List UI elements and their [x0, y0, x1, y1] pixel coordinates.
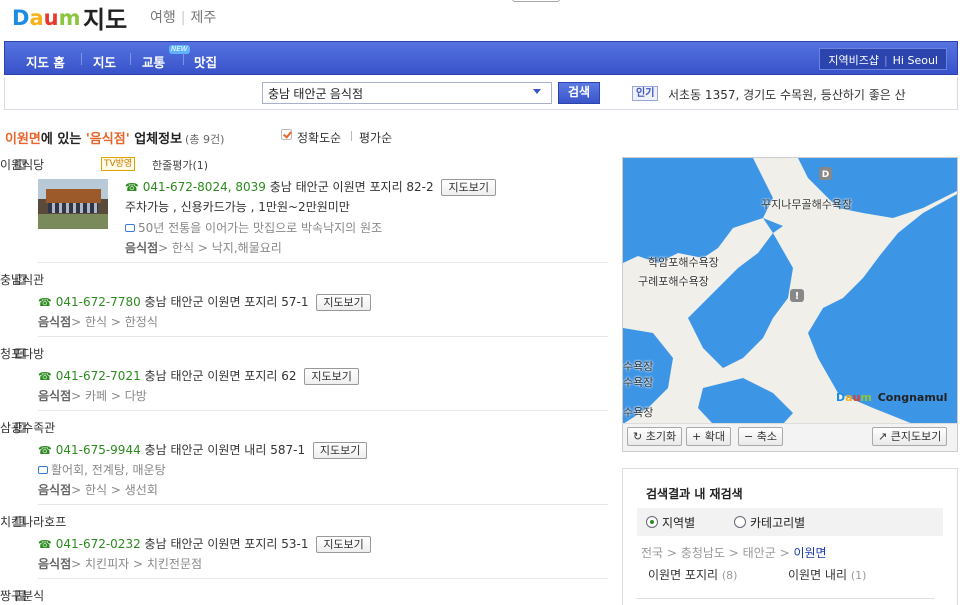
category-label[interactable]: 음식점 — [38, 483, 71, 497]
result-address: 충남 태안군 이원면 포지리 62 — [144, 369, 297, 383]
nav-map-home[interactable]: 지도 홈 — [26, 52, 65, 71]
search-input[interactable] — [262, 82, 552, 104]
map-label[interactable]: 수욕장 — [623, 358, 653, 374]
result-name[interactable]: 이원식당 — [0, 156, 610, 173]
review-link[interactable]: 한줄평가(1) — [152, 157, 208, 173]
category-path[interactable]: > 카페 > 다방 — [71, 389, 147, 403]
result-address: 충남 태안군 이원면 포지리 53-1 — [144, 537, 309, 551]
svg-text:D: D — [822, 170, 829, 180]
nav-restaurants[interactable]: 맛집 — [194, 52, 217, 71]
sort-check-icon — [281, 129, 292, 140]
map-reset-button[interactable]: ↻ 초기화 — [627, 427, 683, 446]
map-pin-d[interactable]: D — [819, 167, 832, 180]
sub-region-item[interactable]: 이원면 내리 (1) — [788, 566, 866, 583]
map-view-button[interactable]: 지도보기 — [304, 368, 359, 385]
plus-icon: + — [692, 430, 705, 443]
phone-icon: ☎ — [38, 296, 52, 309]
link-jeju[interactable]: 제주 — [190, 10, 216, 26]
map-zoom-in-button[interactable]: + 확대 — [686, 427, 731, 446]
result-address: 충남 태안군 이원면 포지리 57-1 — [144, 295, 309, 309]
nav-right-links: 지역비즈샵 | Hi Seoul — [819, 48, 947, 70]
sort-exact[interactable]: 정확도순 — [297, 129, 341, 146]
category-path[interactable]: > 한식 > 생선회 — [71, 483, 158, 497]
result-note: 50년 전통을 이어가는 맛집으로 박속낙지의 원조 — [138, 221, 383, 235]
large-map-button[interactable]: ↗ 큰지도보기 — [872, 427, 948, 446]
phone-icon: ☎ — [38, 370, 52, 383]
phone-icon: ☎ — [125, 181, 139, 194]
popular-badge: 인기 — [632, 86, 659, 101]
result-name[interactable]: 치킨나라호프 — [0, 513, 610, 530]
result-name[interactable]: 삼광수족관 — [0, 419, 610, 436]
header: Daum 지도 여행 | 제주 — [0, 0, 962, 40]
category-label[interactable]: 음식점 — [38, 557, 71, 571]
link-local-bizshop[interactable]: 지역비즈샵 — [828, 54, 879, 67]
map-provider: Congnamul — [877, 391, 948, 404]
daum-logo[interactable]: Daum — [12, 3, 80, 29]
nav-traffic[interactable]: 교통 — [142, 52, 165, 71]
link-travel[interactable]: 여행 — [150, 10, 176, 26]
tab-category[interactable]: 카테고리별 — [750, 514, 805, 531]
page-title[interactable]: 지도 — [83, 0, 127, 35]
result-phone: 041-672-7021 — [55, 369, 141, 383]
map-label[interactable]: 구례포해수욕장 — [638, 273, 709, 289]
comment-icon — [38, 466, 48, 474]
search-button[interactable]: 검색 — [558, 82, 600, 104]
phone-icon: ☎ — [38, 538, 52, 551]
map-label[interactable]: 학암포해수욕장 — [648, 254, 719, 270]
search-dropdown-icon[interactable] — [533, 89, 541, 94]
category-label[interactable]: 음식점 — [125, 241, 158, 255]
breadcrumb: 전국 > 충청남도 > 태안군 > 이원면 — [641, 546, 827, 560]
nav-map[interactable]: 지도 — [93, 52, 116, 71]
new-badge: NEW — [169, 45, 190, 54]
top-utility-button[interactable] — [512, 0, 560, 2]
link-hi-seoul[interactable]: Hi Seoul — [893, 54, 938, 67]
svg-text:!: ! — [795, 291, 800, 302]
results-header: 이원면에 있는 '음식점' 업체정보 (총 9건) — [5, 132, 225, 147]
map-view-button[interactable]: 지도보기 — [441, 179, 496, 196]
main-nav: 지도 홈 지도 교통 NEW 맛집 지역비즈샵 | Hi Seoul — [4, 41, 958, 75]
map-label[interactable]: 꾸지나무골해수욕장 — [761, 196, 852, 212]
refine-title: 검색결과 내 재검색 — [646, 487, 743, 501]
reset-icon: ↻ — [633, 430, 646, 443]
map-view-button[interactable]: 지도보기 — [316, 536, 371, 553]
restaurant-photo[interactable] — [38, 179, 108, 229]
phone-icon: ☎ — [38, 444, 52, 457]
category-label[interactable]: 음식점 — [38, 315, 71, 329]
popular-searches[interactable]: 서초동 1357, 경기도 수목원, 등산하기 좋은 산 — [668, 86, 906, 103]
map-view-button[interactable]: 지도보기 — [312, 442, 368, 459]
tv-badge: TV방영 — [101, 157, 136, 171]
category-path[interactable]: > 한식 > 낙지,해물요리 — [158, 241, 282, 255]
map-brand-logo: Daum Congnamul — [836, 391, 948, 404]
result-extra: 주차가능 , 신용카드가능 , 1만원~2만원미만 — [125, 200, 350, 214]
result-phone: 041-672-8024, 8039 — [142, 180, 266, 194]
map-zoom-out-button[interactable]: − 축소 — [738, 427, 783, 446]
map-label[interactable]: 수욕장 — [623, 374, 653, 390]
result-phone: 041-672-0232 — [55, 537, 141, 551]
category-label[interactable]: 음식점 — [38, 389, 71, 403]
result-address: 충남 태안군 이원면 내리 587-1 — [144, 443, 306, 457]
map-pin-info[interactable]: ! — [790, 289, 804, 302]
result-name[interactable]: 충남식관 — [0, 271, 610, 288]
category-path[interactable]: > 치킨피자 > 치킨전문점 — [71, 557, 202, 571]
map-label[interactable]: 수욕장 — [623, 404, 653, 420]
result-note: 활어회, 전계탕, 매운탕 — [51, 463, 166, 477]
map-view-button[interactable]: 지도보기 — [316, 294, 371, 311]
radio-region[interactable] — [646, 516, 658, 528]
result-phone: 041-675-9944 — [55, 443, 141, 457]
minus-icon: − — [744, 430, 757, 443]
result-address: 충남 태안군 이원면 포지리 82-2 — [269, 180, 434, 194]
result-phone: 041-672-7780 — [55, 295, 141, 309]
map-panel[interactable]: D ! 꾸지나무골해수욕장 학암포해수욕장 구례포해수욕장 수욕장 수욕장 수욕… — [622, 157, 958, 452]
expand-icon: ↗ — [878, 430, 891, 443]
comment-icon — [125, 224, 135, 232]
radio-category[interactable] — [734, 516, 746, 528]
sub-region-item[interactable]: 이원면 포지리 (8) — [648, 566, 737, 583]
sort-rating[interactable]: 평가순 — [359, 129, 392, 146]
tab-region[interactable]: 지역별 — [662, 514, 695, 531]
category-path[interactable]: > 한식 > 한정식 — [71, 315, 158, 329]
header-links: 여행 | 제주 — [150, 10, 217, 26]
result-name[interactable]: 청포다방 — [0, 345, 610, 362]
result-name[interactable]: 짱구분식 — [0, 587, 610, 604]
